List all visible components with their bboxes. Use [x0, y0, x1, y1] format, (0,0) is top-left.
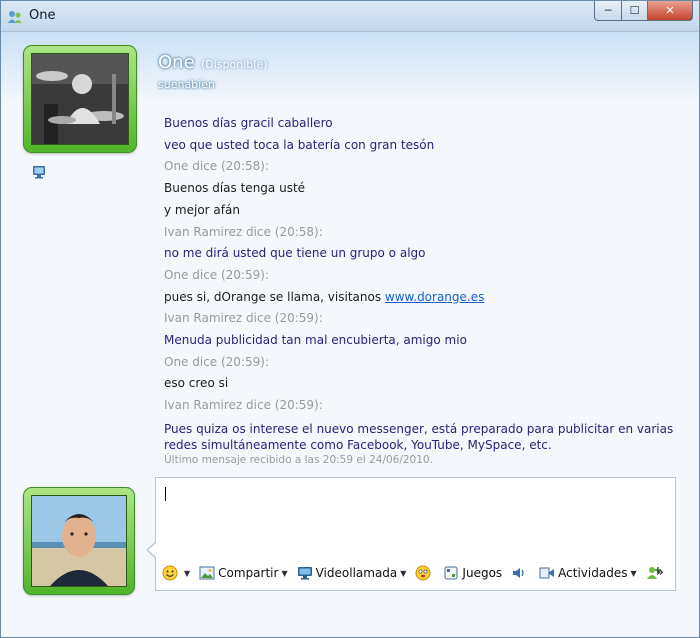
message-text: veo que usted toca la batería con gran t… — [164, 137, 435, 152]
message-sender-line: Ivan Ramirez dice (20:59): — [164, 395, 674, 417]
message-line: y mejor afán — [164, 200, 674, 222]
message-text: One dice (20:58): — [164, 159, 269, 174]
last-received-notice: Último mensaje recibido a las 20:59 el 2… — [164, 453, 433, 466]
message-sender-line: Ivan Ramirez dice (20:59): — [164, 308, 674, 330]
message-sender-line: One dice (20:59): — [164, 352, 674, 374]
message-text: Ivan Ramirez dice (20:59): — [164, 311, 323, 326]
conversation-history[interactable]: Buenos días gracil caballero veo que uste… — [164, 113, 674, 473]
minimize-button[interactable]: ─ — [594, 1, 622, 21]
message-link[interactable]: www.dorange.es — [385, 290, 484, 304]
message-line: veo que usted toca la batería con gran t… — [164, 135, 674, 157]
message-line: Pues quiza os interese el nuevo messenge… — [164, 417, 674, 453]
activities-button[interactable]: Actividades ▼ — [539, 565, 637, 581]
message-line: no me dirá usted que tiene un grupo o al… — [164, 243, 674, 265]
window-controls: ─ ☐ ✕ — [594, 1, 693, 21]
text-caret — [165, 487, 166, 501]
close-button[interactable]: ✕ — [648, 1, 693, 21]
videocall-label: Videollamada — [315, 566, 398, 580]
message-line: Buenos días gracil caballero — [164, 113, 674, 135]
message-line: Menuda publicidad tan mal encubierta, am… — [164, 330, 674, 352]
message-text: Ivan Ramirez dice (20:59): — [164, 398, 323, 413]
games-button[interactable]: Juegos — [443, 565, 502, 581]
message-text: Menuda publicidad tan mal encubierta, am… — [164, 333, 467, 348]
message-text: Buenos días gracil caballero — [164, 116, 333, 130]
contact-photo — [31, 53, 129, 145]
games-label: Juegos — [462, 566, 503, 580]
message-line: Buenos días tenga usté — [164, 178, 674, 200]
title-bar[interactable]: One ─ ☐ ✕ — [1, 1, 699, 32]
monitor-icon — [297, 565, 313, 581]
share-label: Compartir — [218, 566, 279, 580]
message-text: Buenos días tenga usté — [164, 181, 306, 196]
nudge-face-icon — [415, 565, 431, 581]
message-text: eso creo si — [164, 376, 229, 391]
window-title: One — [29, 8, 56, 23]
message-text: Pues quiza os interese el nuevo messenge… — [164, 421, 674, 452]
message-sender-line: One dice (20:59): — [164, 265, 674, 287]
picture-icon — [199, 565, 215, 581]
nudge-button[interactable] — [415, 565, 434, 581]
speaker-icon — [511, 565, 527, 581]
contact-name[interactable]: One — [158, 52, 195, 73]
compose-toolbar: ▼ Compartir ▼ Videollamada ▼ Juegos Acti… — [162, 563, 674, 583]
videocall-button[interactable]: Videollamada ▼ — [297, 565, 407, 581]
smiley-icon — [162, 565, 178, 581]
voice-clip-button[interactable] — [511, 565, 530, 581]
chevron-down-icon: ▼ — [184, 568, 191, 578]
chevron-down-icon: ▼ — [630, 568, 637, 578]
my-avatar[interactable] — [23, 487, 135, 595]
message-sender-line: One dice (20:58): — [164, 156, 674, 178]
games-icon — [443, 565, 459, 581]
message-text: One dice (20:59): — [164, 267, 269, 282]
contact-avatar[interactable] — [23, 45, 137, 153]
toolbar-overflow-button[interactable]: » — [656, 565, 664, 579]
chevron-down-icon: ▼ — [400, 568, 407, 578]
computer-icon[interactable] — [31, 164, 47, 180]
chat-window: One ─ ☐ ✕ One (Disponible) suenabien Bue… — [0, 0, 700, 638]
compose-pointer-fill — [148, 542, 157, 558]
emoticon-button[interactable]: ▼ — [162, 565, 190, 581]
message-sender-line: Ivan Ramirez dice (20:58): — [164, 222, 674, 244]
maximize-button[interactable]: ☐ — [622, 1, 648, 21]
activities-icon — [539, 565, 555, 581]
message-text: Ivan Ramirez dice (20:58): — [164, 224, 323, 239]
chevron-down-icon: ▼ — [281, 568, 288, 578]
my-photo — [31, 495, 127, 587]
message-text: no me dirá usted que tiene un grupo o al… — [164, 246, 426, 261]
contact-status: (Disponible) — [201, 58, 268, 71]
contact-personal-message: suenabien — [158, 78, 215, 91]
messenger-icon — [7, 9, 23, 23]
message-text: pues si, dOrange se llama, visitanos — [164, 289, 385, 304]
message-text: One dice (20:59): — [164, 354, 269, 369]
activities-label: Actividades — [558, 566, 628, 580]
message-line: pues si, dOrange se llama, visitanos www… — [164, 287, 674, 309]
message-text: y mejor afán — [164, 202, 240, 217]
share-button[interactable]: Compartir ▼ — [199, 565, 288, 581]
message-line: eso creo si — [164, 373, 674, 395]
